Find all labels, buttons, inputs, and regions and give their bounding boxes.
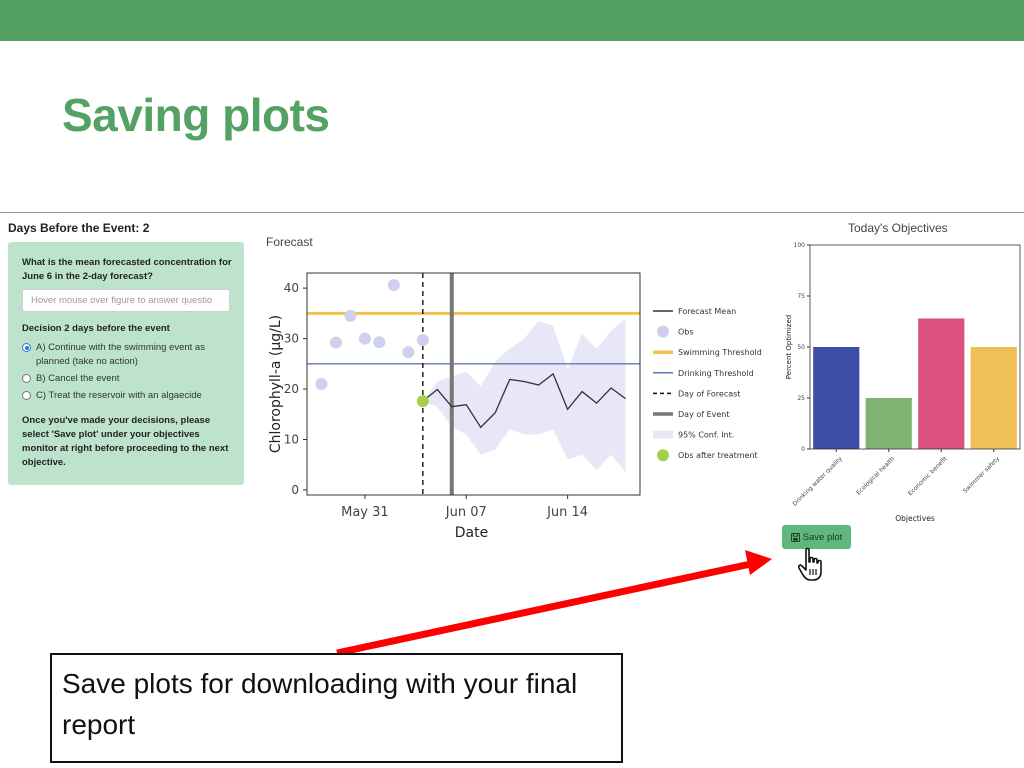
obs-point [358,332,371,345]
legend-item: Day of Event [653,410,730,419]
legend-swatch [657,449,669,462]
option-c-label: C) Treat the reservoir with an algaecide [36,390,202,401]
floppy-disk-icon [790,532,800,542]
y-tick-label: 75 [797,293,805,300]
y-tick-label: 100 [794,242,806,249]
forecast-chart-title: Forecast [266,235,313,249]
objectives-chart-title: Today's Objectives [848,221,948,235]
legend-item: Drinking Threshold [653,369,754,378]
forecast-chart[interactable]: 0 10 20 30 40 May 31 Jun 07 Jun 14 Date Chlorophy… [262,253,772,553]
obs-point [416,334,429,347]
radio-dot-selected[interactable] [22,343,31,352]
obs-point [329,336,342,349]
y-axis-label: Chlorophyll-a (μg/L) [268,315,284,453]
save-plot-label: Save plot [802,531,843,543]
objectives-chart[interactable]: 0 25 50 75 100 Drinking water quality Ecologic… [782,241,1022,529]
question-text: What is the mean forecasted concentratio… [22,257,232,282]
objective-bar [813,347,860,449]
option-a-label: A) Continue with the swimming event as p… [36,342,205,367]
legend-item: 95% Conf. Int. [653,430,734,440]
obs-point [387,279,400,292]
x-tick-label: Jun 14 [546,505,588,520]
y-tick-label: 0 [801,446,805,453]
objective-bar [970,347,1017,449]
legend-item: Swimming Threshold [653,348,762,357]
y-tick-label: 20 [284,382,299,396]
y-tick-label: 10 [284,433,299,447]
x-tick-label: Jun 07 [445,505,487,520]
obs-point [315,378,328,390]
legend-item: Day of Forecast [653,389,740,398]
question-panel: What is the mean forecasted concentratio… [8,242,244,485]
legend-item: Obs after treatment [657,449,758,462]
x-tick-label: Swimmer safety [962,455,1002,495]
legend-label: Drinking Threshold [678,369,754,378]
legend-label: Day of Forecast [678,389,740,398]
x-tick-label: May 31 [341,505,389,520]
obs-after-treatment-point [416,395,429,408]
obs-point [402,346,415,359]
decision-label: Decision 2 days before the event [22,323,170,334]
x-tick-label: Ecological health [855,455,896,496]
instructions-text: Once you've made your decisions, please … [22,415,229,468]
legend-item: Forecast Mean [653,307,736,316]
y-tick-label: 30 [284,332,299,346]
slide-title: Saving plots [62,89,330,141]
slide-top-bar [0,0,1024,41]
legend-label: Obs [678,328,694,337]
obs-point [373,336,386,349]
x-tick-label: Drinking water quality [792,455,844,507]
x-axis-label: Date [455,525,488,541]
app-screenshot: Days Before the Event: 2 What is the mea… [0,212,1024,612]
legend-swatch [657,325,669,338]
callout-box: Save plots for downloading with your fin… [50,653,623,763]
answer-input[interactable] [22,289,230,312]
y-axis-label: Percent Optimized [785,315,793,379]
y-tick-label: 50 [797,344,805,351]
x-axis-label: Objectives [895,514,935,523]
legend-item: Obs [657,325,694,338]
objective-bar [918,318,965,449]
radio-dot[interactable] [22,374,31,383]
legend-label: Forecast Mean [678,307,736,316]
obs-point [344,309,357,322]
radio-dot[interactable] [22,391,31,400]
legend-label: Swimming Threshold [678,348,762,357]
objective-bar [865,398,912,449]
save-plot-button[interactable]: Save plot [782,525,851,549]
y-tick-label: 25 [797,395,805,402]
legend-label: Day of Event [678,410,730,419]
y-tick-label: 0 [291,483,299,497]
legend-swatch [653,430,673,439]
legend-label: Obs after treatment [678,451,758,460]
hand-pointer-icon [798,547,822,581]
option-b-label: B) Cancel the event [36,373,120,384]
x-tick-label: Economic benefit [907,455,949,497]
legend-label: 95% Conf. Int. [678,431,734,440]
y-tick-label: 40 [284,281,299,295]
days-before-event-title: Days Before the Event: 2 [8,221,150,235]
